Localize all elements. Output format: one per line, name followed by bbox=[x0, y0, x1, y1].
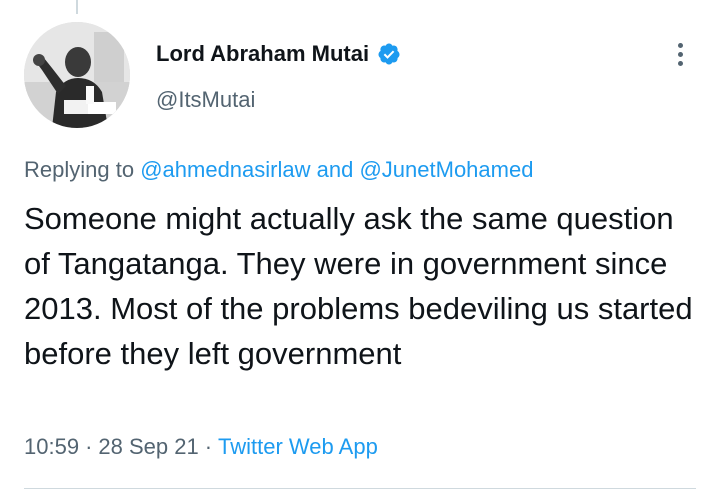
verified-badge-icon bbox=[377, 42, 401, 66]
meta-separator: · bbox=[85, 434, 93, 459]
replying-to-prefix: Replying to bbox=[24, 157, 135, 182]
meta-separator: · bbox=[204, 434, 213, 459]
tweet-time[interactable]: 10:59 bbox=[24, 434, 79, 459]
tweet-metadata: 10:59 · 28 Sep 21 · Twitter Web App bbox=[24, 434, 378, 460]
author-name-row: Lord Abraham Mutai bbox=[156, 40, 401, 68]
tweet-text: Someone might actually ask the same ques… bbox=[24, 201, 693, 371]
avatar[interactable] bbox=[24, 22, 130, 128]
author-display-name[interactable]: Lord Abraham Mutai bbox=[156, 41, 369, 67]
thread-connector-line bbox=[76, 0, 78, 14]
tweet-date[interactable]: 28 Sep 21 bbox=[98, 434, 198, 459]
tweet-source-link[interactable]: Twitter Web App bbox=[218, 434, 378, 459]
profile-photo-icon bbox=[24, 22, 130, 128]
mention-link-ahmednasirlaw[interactable]: @ahmednasirlaw bbox=[140, 157, 310, 182]
mention-link-junetmohamed[interactable]: @JunetMohamed bbox=[359, 157, 533, 182]
author-handle[interactable]: @ItsMutai bbox=[156, 87, 255, 113]
more-options-icon-dot bbox=[677, 60, 683, 66]
more-options-button[interactable] bbox=[664, 38, 696, 70]
more-options-icon-dot bbox=[677, 51, 683, 57]
more-options-icon bbox=[677, 42, 683, 48]
divider bbox=[24, 488, 696, 489]
replying-to-line: Replying to @ahmednasirlaw and @JunetMoh… bbox=[24, 157, 533, 183]
replying-to-joiner[interactable]: and bbox=[317, 157, 354, 182]
